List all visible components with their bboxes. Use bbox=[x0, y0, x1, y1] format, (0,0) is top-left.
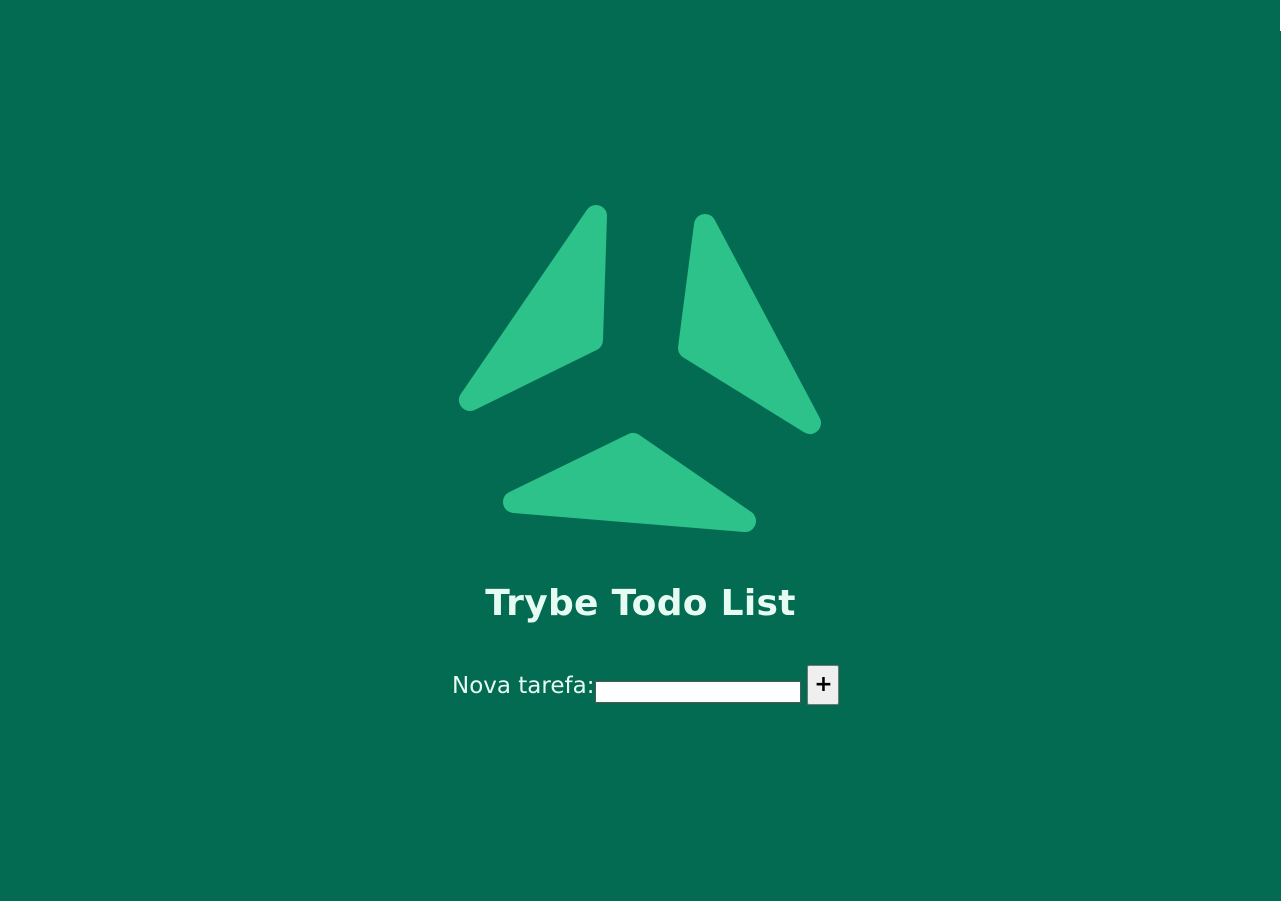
trybe-logo-icon bbox=[459, 205, 821, 532]
new-task-form: Nova tarefa: + bbox=[452, 665, 840, 707]
new-task-label: Nova tarefa: bbox=[452, 673, 595, 699]
logo-shard-right bbox=[678, 214, 821, 434]
logo-shard-bottom bbox=[503, 433, 756, 532]
add-task-button[interactable]: + bbox=[807, 665, 840, 705]
logo-shard-left bbox=[459, 205, 607, 411]
page-title: Trybe Todo List bbox=[485, 583, 796, 624]
new-task-input[interactable] bbox=[595, 681, 802, 703]
app-page: Trybe Todo List Nova tarefa: + bbox=[0, 0, 1281, 901]
